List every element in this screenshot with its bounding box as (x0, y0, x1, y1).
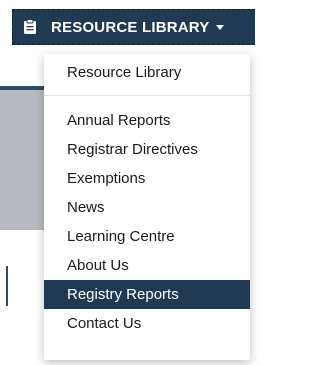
menu-item-annual-reports[interactable]: Annual Reports (44, 106, 250, 135)
menu-item-registry-reports[interactable]: Registry Reports (44, 280, 250, 309)
clipboard-icon (23, 19, 37, 35)
menu-item-learning-centre[interactable]: Learning Centre (44, 222, 250, 251)
caret-down-icon (215, 24, 224, 30)
resource-library-menu-button[interactable]: RESOURCE LIBRARY (12, 9, 255, 45)
menu-item-contact-us[interactable]: Contact Us (44, 309, 250, 338)
page-background-edge (6, 266, 8, 306)
menu-item-news[interactable]: News (44, 193, 250, 222)
menu-item-resource-library[interactable]: Resource Library (44, 58, 250, 87)
resource-library-menu-label: RESOURCE LIBRARY (51, 18, 210, 36)
menu-item-registrar-directives[interactable]: Registrar Directives (44, 135, 250, 164)
menu-item-exemptions[interactable]: Exemptions (44, 164, 250, 193)
menu-item-about-us[interactable]: About Us (44, 251, 250, 280)
menu-divider (44, 95, 250, 96)
resource-library-dropdown: Resource Library Annual Reports Registra… (44, 54, 250, 360)
